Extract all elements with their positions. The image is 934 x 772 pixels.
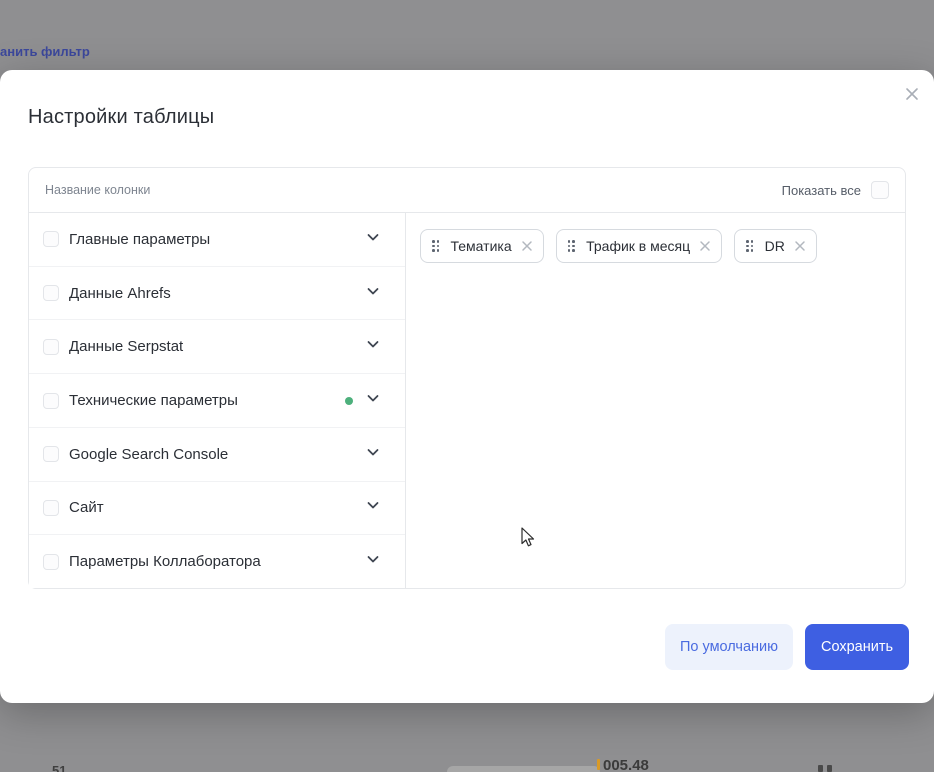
modal-footer: По умолчанию Сохранить <box>665 624 909 670</box>
bg-text-fragment <box>818 765 823 772</box>
column-chip-dr[interactable]: DR <box>734 229 817 263</box>
group-row-main-params[interactable]: Главные параметры <box>29 213 405 267</box>
remove-chip-icon[interactable] <box>521 240 533 252</box>
active-indicator-dot <box>345 397 353 405</box>
group-checkbox[interactable] <box>43 285 59 301</box>
screen-overlay: анить фильтр 51 005.48 Настройки таблицы… <box>0 0 934 772</box>
chevron-down-icon[interactable] <box>365 390 381 411</box>
remove-chip-icon[interactable] <box>794 240 806 252</box>
group-row-serpstat[interactable]: Данные Serpstat <box>29 320 405 374</box>
parameter-group-list: Главные параметры Данные Ahrefs Данные S… <box>29 213 406 588</box>
orange-marker <box>597 759 600 770</box>
column-name-label: Название колонки <box>45 183 150 197</box>
panel-header: Название колонки Показать все <box>29 168 905 213</box>
table-settings-modal: Настройки таблицы Название колонки Показ… <box>0 70 934 703</box>
group-checkbox[interactable] <box>43 554 59 570</box>
chevron-down-icon[interactable] <box>365 336 381 357</box>
columns-panel: Название колонки Показать все Главные па… <box>28 167 906 589</box>
group-checkbox[interactable] <box>43 393 59 409</box>
save-button[interactable]: Сохранить <box>805 624 909 670</box>
bg-pill-fragment <box>447 766 600 772</box>
save-filter-link-fragment[interactable]: анить фильтр <box>0 44 90 59</box>
show-all-checkbox[interactable] <box>871 181 889 199</box>
selected-columns-area: Тематика Трафик в месяц DR <box>406 213 905 588</box>
close-icon[interactable] <box>902 84 922 104</box>
panel-body: Главные параметры Данные Ahrefs Данные S… <box>29 213 905 588</box>
remove-chip-icon[interactable] <box>699 240 711 252</box>
group-row-technical-params[interactable]: Технические параметры <box>29 374 405 428</box>
group-checkbox[interactable] <box>43 231 59 247</box>
group-row-site[interactable]: Сайт <box>29 482 405 536</box>
bg-text-fragment <box>827 765 832 772</box>
bg-metric-fragment: 005.48 <box>597 757 649 772</box>
modal-title: Настройки таблицы <box>28 106 214 129</box>
chevron-down-icon[interactable] <box>365 283 381 304</box>
group-row-google-search-console[interactable]: Google Search Console <box>29 428 405 482</box>
show-all-label: Показать все <box>782 183 861 198</box>
column-chip-tematika[interactable]: Тематика <box>420 229 544 263</box>
group-row-ahrefs[interactable]: Данные Ahrefs <box>29 267 405 321</box>
group-checkbox[interactable] <box>43 500 59 516</box>
drag-handle-icon[interactable] <box>745 239 755 253</box>
drag-handle-icon[interactable] <box>431 239 441 253</box>
show-all-control[interactable]: Показать все <box>782 181 889 199</box>
chevron-down-icon[interactable] <box>365 497 381 518</box>
bg-number-fragment: 51 <box>52 763 66 772</box>
group-row-collaborator-params[interactable]: Параметры Коллаборатора <box>29 535 405 588</box>
column-chip-traffic[interactable]: Трафик в месяц <box>556 229 723 263</box>
drag-handle-icon[interactable] <box>567 239 577 253</box>
chevron-down-icon[interactable] <box>365 444 381 465</box>
group-checkbox[interactable] <box>43 446 59 462</box>
group-checkbox[interactable] <box>43 339 59 355</box>
chevron-down-icon[interactable] <box>365 551 381 572</box>
chevron-down-icon[interactable] <box>365 229 381 250</box>
default-button[interactable]: По умолчанию <box>665 624 793 670</box>
